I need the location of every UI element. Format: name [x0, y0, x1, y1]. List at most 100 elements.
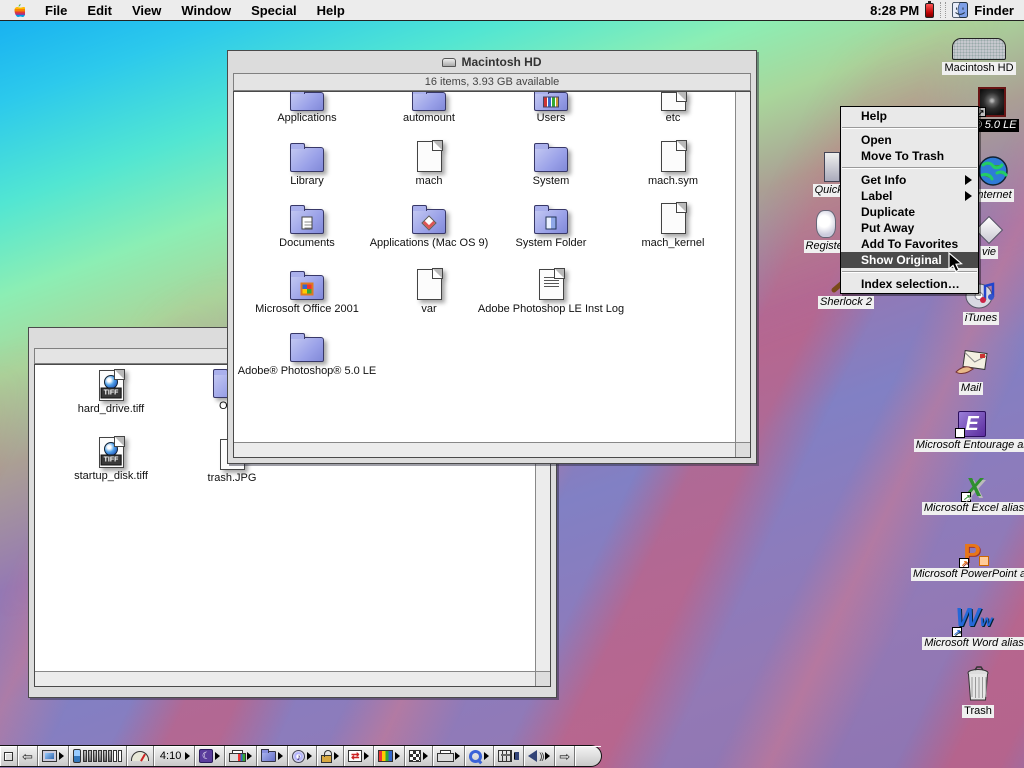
control-strip-scroll-left[interactable]: ⇦ [18, 746, 38, 766]
file-item-hard-drive-tiff[interactable]: TIFF hard_drive.tiff [51, 370, 171, 415]
menu-separator [842, 127, 977, 129]
context-menu-item-help[interactable]: Help [841, 108, 978, 124]
active-app-name[interactable]: Finder [974, 3, 1014, 18]
control-strip-security[interactable] [317, 746, 344, 766]
file-item-library[interactable]: Library [246, 124, 368, 187]
context-menu-item-index-selection[interactable]: Index selection… [841, 276, 978, 292]
control-strip-volume[interactable]: )) [524, 746, 555, 766]
control-strip-collapse-tab[interactable] [0, 746, 18, 766]
file-item-mach-kernel[interactable]: mach_kernel [612, 187, 734, 249]
file-item-label: mach.sym [648, 175, 698, 187]
collapse-box-icon [4, 752, 13, 761]
file-item-automount[interactable]: automount [368, 92, 490, 124]
menu-window[interactable]: Window [171, 0, 241, 20]
file-item-system-folder[interactable]: System Folder [490, 187, 612, 249]
context-menu-item-duplicate[interactable]: Duplicate [841, 204, 978, 220]
menu-edit[interactable]: Edit [77, 0, 122, 20]
file-item-label: Microsoft Office 2001 [255, 303, 359, 315]
control-strip-display[interactable] [38, 746, 69, 766]
hd-horizontal-scrollbar[interactable] [234, 442, 735, 457]
apple-menu[interactable] [0, 0, 35, 20]
desktop-icon-mail[interactable]: Mail [946, 348, 996, 395]
apple-logo-icon [12, 3, 25, 18]
alias-arrow-icon: ↗ [961, 492, 971, 502]
control-strip-quicktime[interactable] [465, 746, 494, 766]
preview-horizontal-scrollbar[interactable] [35, 671, 535, 686]
menu-view[interactable]: View [122, 0, 171, 20]
control-strip[interactable]: ⇦ 4:10 ☾ ♪ ⇄ )) ⇨ [0, 745, 602, 767]
control-strip-file-sharing[interactable] [257, 746, 288, 766]
popup-arrow-icon [484, 752, 489, 760]
file-item-mach-sym[interactable]: mach.sym [612, 124, 734, 187]
context-menu-item-label[interactable]: Label [841, 188, 978, 204]
control-strip-desktop-pattern[interactable] [405, 746, 433, 766]
battery-bars-icon [83, 750, 122, 762]
menu-clock[interactable]: 8:28 PM [870, 3, 919, 18]
file-item-users[interactable]: Users [490, 92, 612, 124]
file-item-applications-mac-os-9[interactable]: Applications (Mac OS 9) [368, 187, 490, 249]
color-printer-icon [229, 750, 245, 762]
desktop-icon-entourage[interactable]: E↗ Microsoft Entourage ali [952, 411, 992, 452]
file-item-applications[interactable]: Applications [246, 92, 368, 124]
macintosh-hd-titlebar[interactable]: Macintosh HD [228, 51, 756, 73]
control-strip-battery-level[interactable] [69, 746, 127, 766]
macintosh-hd-content: Applications automount Users etc Library… [233, 91, 751, 458]
control-strip-sharing-activity[interactable]: ⇄ [344, 746, 374, 766]
file-item-var[interactable]: var [368, 249, 490, 315]
file-item-microsoft-office-2001[interactable]: Microsoft Office 2001 [246, 249, 368, 315]
hd-resize-corner[interactable] [735, 442, 750, 457]
context-menu-item-open[interactable]: Open [841, 132, 978, 148]
hd-vertical-scrollbar[interactable] [735, 92, 750, 442]
control-strip-scroll-right[interactable]: ⇨ [555, 746, 575, 766]
file-item-label: startup_disk.tiff [74, 470, 148, 482]
folder-icon [290, 147, 324, 172]
checkerboard-icon [409, 750, 421, 762]
control-strip-end-grip[interactable] [575, 746, 601, 766]
file-item-mach[interactable]: mach [368, 124, 490, 187]
file-item-photoshop-inst-log[interactable]: Adobe Photoshop LE Inst Log [490, 249, 612, 315]
control-strip-battery-time[interactable]: 4:10 [154, 746, 195, 766]
menu-special[interactable]: Special [241, 0, 307, 20]
macintosh-hd-window[interactable]: Macintosh HD 16 items, 3.93 GB available… [227, 50, 757, 464]
desktop-icon-excel[interactable]: X↗ Microsoft Excel alias [954, 474, 994, 515]
control-strip-sound-source[interactable] [494, 746, 524, 766]
document-badge-icon [302, 216, 313, 229]
context-menu-item-add-to-favorites[interactable]: Add To Favorites [841, 236, 978, 252]
control-strip-monitor-depth[interactable] [374, 746, 405, 766]
file-item-etc[interactable]: etc [612, 92, 734, 124]
quicktime-player-icon [824, 152, 840, 182]
desktop-icon-label: Mail [959, 382, 983, 395]
desktop-icon-register-fragment[interactable]: Register [812, 210, 840, 253]
control-strip-printer-selector[interactable] [433, 746, 465, 766]
control-strip-sleep[interactable]: ☾ [195, 746, 225, 766]
monitor-icon [42, 750, 57, 762]
desktop-icon-label: Microsoft PowerPoint ali [911, 568, 1024, 581]
desktop-icon-powerpoint[interactable]: P↗ Microsoft PowerPoint ali [952, 540, 992, 581]
context-menu-item-move-to-trash[interactable]: Move To Trash [841, 148, 978, 164]
control-strip-gauge[interactable] [127, 746, 154, 766]
system-folder-icon [534, 209, 568, 234]
menu-help[interactable]: Help [307, 0, 355, 20]
popup-arrow-icon [455, 752, 460, 760]
context-menu-item-get-info[interactable]: Get Info [841, 172, 978, 188]
desktop-icon-word[interactable]: Ww↗ Microsoft Word alias [954, 604, 994, 650]
desktop-icon-macintosh-hd[interactable]: Macintosh HD [948, 38, 1010, 75]
text-document-icon [539, 269, 564, 300]
file-item-label: Applications (Mac OS 9) [370, 237, 489, 249]
entourage-e-icon: E↗ [958, 411, 986, 437]
control-strip-cd-audio[interactable]: ♪ [288, 746, 317, 766]
menu-file[interactable]: File [35, 0, 77, 20]
context-menu-item-put-away[interactable]: Put Away [841, 220, 978, 236]
file-item-system[interactable]: System [490, 124, 612, 187]
menu-item-label: Get Info [861, 173, 906, 187]
file-item-startup-disk-tiff[interactable]: TIFF startup_disk.tiff [45, 437, 177, 482]
control-strip-color-printer[interactable] [225, 746, 257, 766]
popup-arrow-icon [215, 752, 220, 760]
preview-resize-corner[interactable] [535, 671, 550, 686]
file-item-documents[interactable]: Documents [246, 187, 368, 249]
finder-icon[interactable] [952, 2, 968, 18]
office-folder-icon [290, 275, 324, 300]
desktop-icon-trash[interactable]: Trash [952, 665, 1004, 718]
desktop-icon-label: Trash [962, 705, 994, 718]
file-item-adobe-photoshop-le[interactable]: Adobe® Photoshop® 5.0 LE [246, 315, 368, 377]
